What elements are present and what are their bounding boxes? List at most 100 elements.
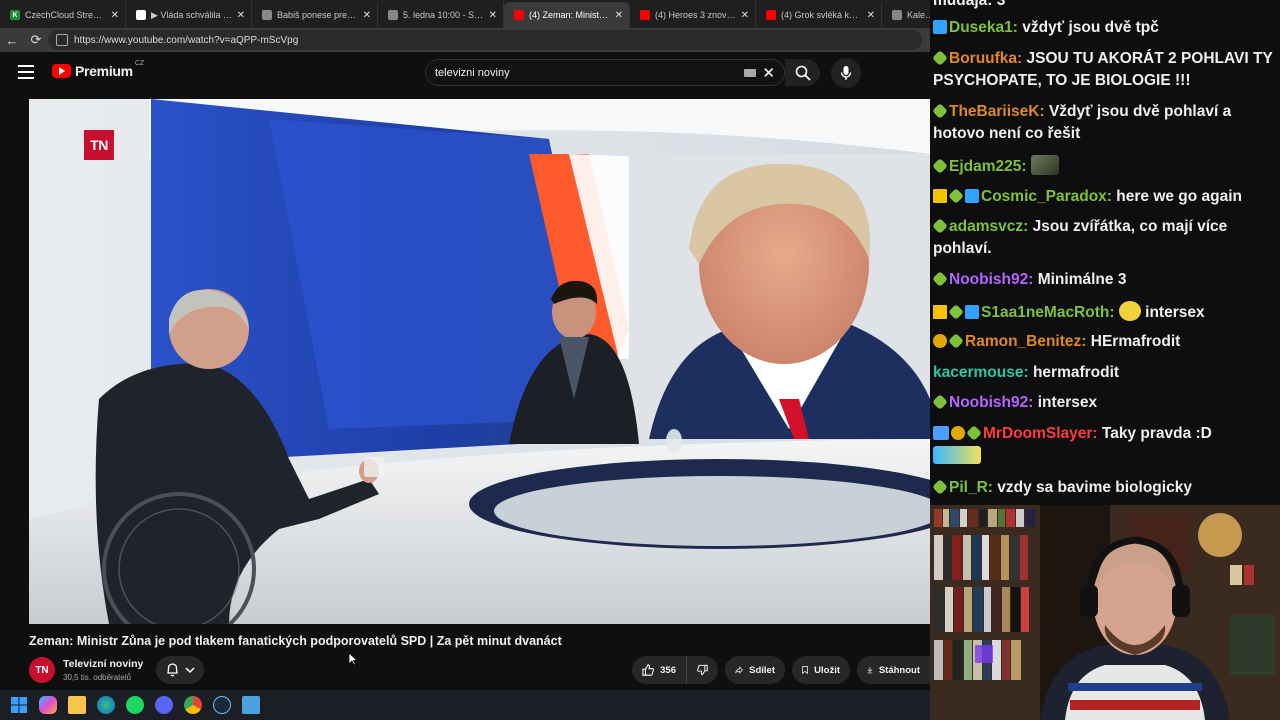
close-tab-icon[interactable]: ✕	[363, 10, 371, 21]
url-text: https://www.youtube.com/watch?v=aQPP-mSc…	[74, 34, 299, 46]
chat-username[interactable]: Noobish92:	[949, 271, 1033, 288]
keyboard-icon[interactable]	[744, 69, 756, 77]
edge-icon[interactable]	[97, 696, 115, 714]
tab-label: (4) Grok svléká každého,	[781, 10, 863, 20]
favicon-icon	[388, 10, 398, 20]
steam-icon[interactable]	[213, 696, 231, 714]
menu-icon[interactable]	[18, 65, 34, 79]
youtube-logo[interactable]: Premium CZ	[52, 60, 144, 79]
chat-username[interactable]: Duseka1:	[949, 19, 1018, 36]
mouse-cursor-icon	[348, 652, 358, 666]
tab-vlada[interactable]: ▶ Vláda schválila progra ✕	[126, 2, 252, 28]
dislike-button[interactable]	[686, 656, 718, 684]
chat-message-text: HErmafrodit	[1090, 333, 1181, 350]
screen: { "browser": { "tabs": [ {"label": "Czec…	[0, 0, 1280, 720]
close-tab-icon[interactable]: ✕	[741, 10, 749, 21]
tab-babis[interactable]: Babiš ponese prezidento ✕	[252, 2, 378, 28]
notification-bell-button[interactable]	[156, 656, 204, 684]
chat-message-text: intersex	[1145, 304, 1205, 321]
close-tab-icon[interactable]: ✕	[489, 10, 497, 21]
discord-icon[interactable]	[155, 696, 173, 714]
chrome-icon[interactable]	[184, 696, 202, 714]
youtube-favicon-icon	[514, 10, 524, 20]
save-button[interactable]: Uložit	[792, 656, 850, 684]
chat-message: MrDoomSlayer: Taky pravda :D	[933, 423, 1276, 467]
chat-message: Cosmic_Paradox: here we go again	[933, 186, 1276, 208]
sub-badge-icon	[933, 426, 949, 440]
chat-username[interactable]: adamsvcz:	[949, 218, 1028, 235]
tab-label: 5. ledna 10:00 - Studio C	[403, 10, 485, 20]
chat-message: Ejdam225:	[932, 155, 1276, 178]
chat-username[interactable]: TheBariiseK:	[949, 103, 1045, 120]
badge-icon	[965, 189, 979, 203]
gold-badge-icon	[933, 334, 947, 348]
like-button[interactable]: 356	[632, 656, 686, 684]
chat-message-text: intersex	[1037, 394, 1098, 411]
save-label: Uložit	[814, 664, 840, 676]
reload-icon[interactable]: ⟳	[24, 32, 48, 48]
close-tab-icon[interactable]: ✕	[237, 10, 245, 21]
chat-username[interactable]: Cosmic_Paradox:	[981, 188, 1112, 205]
chat-message: mudaja: 3	[933, 0, 1276, 12]
chat-username[interactable]: Ramon_Benitez:	[965, 333, 1086, 350]
badge-icon	[932, 218, 948, 234]
chat-message: Noobish92: Minimálne 3	[932, 269, 1276, 291]
tab-heroes[interactable]: (4) Heroes 3 znovu překv ✕	[630, 2, 756, 28]
share-button[interactable]: Sdílet	[725, 656, 785, 684]
chat-username[interactable]: S1aa1neMacRoth:	[981, 304, 1115, 321]
windows-start-icon[interactable]	[10, 696, 28, 714]
chevron-down-icon	[184, 667, 195, 674]
clear-search-icon[interactable]: ✕	[762, 64, 775, 82]
youtube-favicon-icon	[640, 10, 650, 20]
channel-avatar[interactable]: TN	[29, 657, 55, 683]
tab-label: Babiš ponese prezidento	[277, 10, 359, 20]
chat-message: Boruufka: JSOU TU AKORÁT 2 POHLAVI TY PS…	[932, 48, 1276, 92]
close-tab-icon[interactable]: ✕	[867, 10, 875, 21]
site-info-icon[interactable]	[56, 34, 68, 46]
file-explorer-icon[interactable]	[68, 696, 86, 714]
webcam-feed	[930, 505, 1280, 720]
chat-username[interactable]: MrDoomSlayer:	[983, 425, 1098, 442]
chat-message: TheBariiseK: Vždyť jsou dvě pohlaví a ho…	[932, 101, 1276, 145]
chat-username[interactable]: kacermouse:	[933, 364, 1029, 381]
chat-username[interactable]: Noobish92:	[949, 394, 1033, 411]
search-value: televizni noviny	[435, 66, 510, 79]
tab-czechcloud[interactable]: K CzechCloud Stream - Wa ✕	[0, 2, 126, 28]
chat-username[interactable]: Boruufka:	[949, 50, 1022, 67]
crown-badge-icon	[933, 305, 947, 319]
chat-message-text: mudaja: 3	[933, 0, 1006, 9]
tab-strip: K CzechCloud Stream - Wa ✕ ▶ Vláda schváli…	[0, 0, 930, 28]
emote-icon	[933, 446, 981, 464]
tab-label: (4) Zeman: Ministr Zůna	[529, 10, 611, 20]
voice-search-button[interactable]	[831, 58, 861, 88]
tab-grok[interactable]: (4) Grok svléká každého, ✕	[756, 2, 882, 28]
microphone-icon	[840, 66, 852, 80]
tab-kalendar[interactable]: Kalend	[882, 2, 930, 28]
video-player[interactable]: TN	[29, 99, 930, 624]
channel-name[interactable]: Televizní noviny	[63, 658, 143, 670]
copilot-icon[interactable]	[39, 696, 57, 714]
spotify-icon[interactable]	[126, 696, 144, 714]
webcam-image	[930, 505, 1280, 720]
tn-channel-logo: TN	[84, 130, 114, 160]
close-tab-icon[interactable]: ✕	[615, 10, 623, 21]
youtube-favicon-icon	[766, 10, 776, 20]
url-field[interactable]: https://www.youtube.com/watch?v=aQPP-mSc…	[48, 30, 922, 50]
notepad-icon[interactable]	[242, 696, 260, 714]
chat-message-text: vždyť jsou dvě tpč	[1022, 19, 1159, 36]
back-icon[interactable]: ←	[0, 33, 24, 48]
logo-text: Premium	[75, 63, 133, 79]
chat-username[interactable]: Pil_R:	[949, 479, 993, 496]
chat-username[interactable]: Ejdam225:	[949, 158, 1027, 175]
tab-zeman-active[interactable]: (4) Zeman: Ministr Zůna ✕	[504, 2, 630, 28]
bell-icon	[166, 663, 178, 677]
tab-studio[interactable]: 5. ledna 10:00 - Studio C ✕	[378, 2, 504, 28]
chat-message: Pil_R: vzdy sa bavime biologicky	[932, 477, 1276, 499]
chat-message: Ramon_Benitez: HErmafrodit	[933, 331, 1276, 353]
search-input[interactable]: televizni noviny ✕	[425, 59, 785, 86]
chat-message-text: vzdy sa bavime biologicky	[997, 479, 1192, 496]
search-button[interactable]	[785, 59, 820, 86]
bookmark-icon	[802, 666, 808, 675]
download-button[interactable]: Stáhnout	[857, 656, 930, 684]
close-tab-icon[interactable]: ✕	[111, 10, 119, 21]
